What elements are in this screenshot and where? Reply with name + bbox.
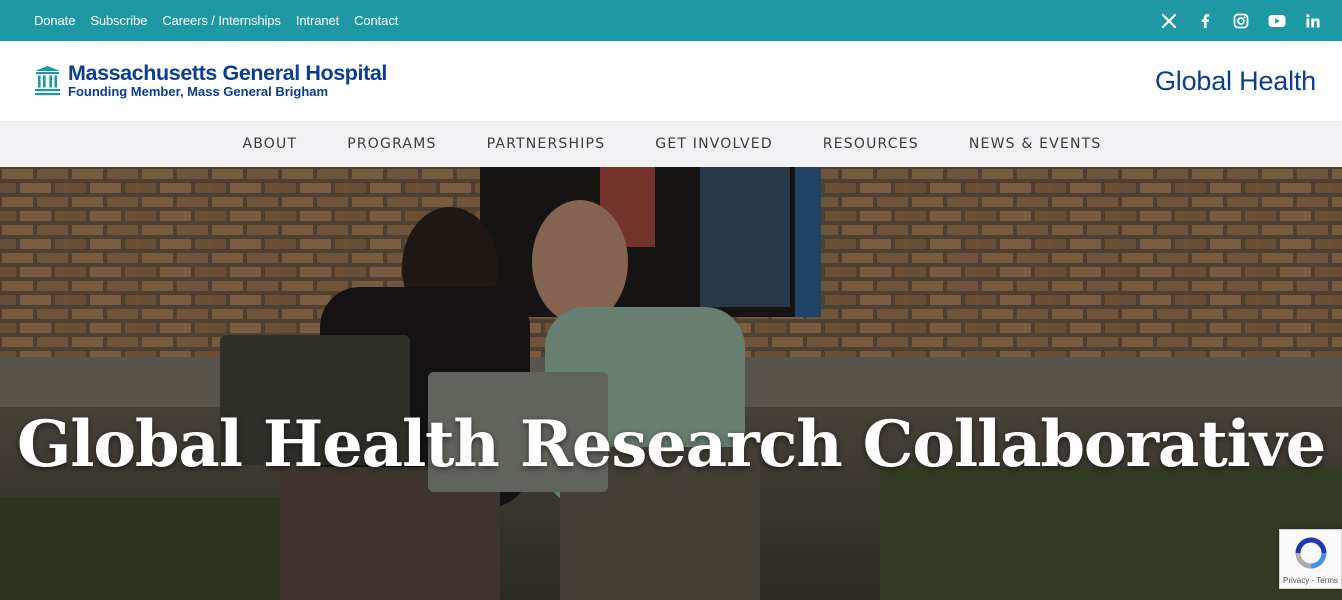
nav-item-resources[interactable]: RESOURCES xyxy=(823,136,919,152)
nav-item-about[interactable]: ABOUT xyxy=(242,136,297,152)
recaptcha-icon xyxy=(1295,537,1326,569)
mgh-logo[interactable]: Massachusetts General Hospital Founding … xyxy=(34,62,387,100)
recaptcha-badge[interactable]: Privacy - Terms xyxy=(1279,529,1342,589)
logo-subtitle: Founding Member, Mass General Brigham xyxy=(68,84,329,99)
main-nav: ABOUT PROGRAMS PARTNERSHIPS GET INVOLVED… xyxy=(0,121,1342,167)
recaptcha-links[interactable]: Privacy - Terms xyxy=(1283,576,1338,585)
hero-title: Global Health Research Collaborative xyxy=(16,407,1327,482)
social-links xyxy=(1160,12,1322,30)
nav-item-partnerships[interactable]: PARTNERSHIPS xyxy=(487,136,606,152)
utility-link-contact[interactable]: Contact xyxy=(354,13,398,28)
x-icon[interactable] xyxy=(1160,12,1178,30)
facebook-icon[interactable] xyxy=(1196,12,1214,30)
hero-photo xyxy=(0,167,1342,600)
site-header: Massachusetts General Hospital Founding … xyxy=(0,41,1342,121)
hero-banner: Global Health Research Collaborative xyxy=(0,167,1342,600)
utility-link-donate[interactable]: Donate xyxy=(34,13,75,28)
youtube-icon[interactable] xyxy=(1268,12,1286,30)
instagram-icon[interactable] xyxy=(1232,12,1250,30)
utility-link-subscribe[interactable]: Subscribe xyxy=(90,13,147,28)
utility-link-intranet[interactable]: Intranet xyxy=(296,13,339,28)
nav-item-news-events[interactable]: NEWS & EVENTS xyxy=(969,136,1102,152)
utility-bar: Donate Subscribe Careers / Internships I… xyxy=(0,0,1342,41)
utility-link-careers[interactable]: Careers / Internships xyxy=(162,13,281,28)
logo-title: Massachusetts General Hospital xyxy=(68,61,387,85)
mgh-building-icon xyxy=(35,66,60,96)
nav-item-programs[interactable]: PROGRAMS xyxy=(347,136,436,152)
logo-text: Massachusetts General Hospital Founding … xyxy=(68,62,387,100)
nav-item-get-involved[interactable]: GET INVOLVED xyxy=(655,136,773,152)
utility-nav: Donate Subscribe Careers / Internships I… xyxy=(34,13,398,28)
linkedin-icon[interactable] xyxy=(1304,12,1322,30)
site-title-global-health[interactable]: Global Health xyxy=(1155,66,1316,97)
